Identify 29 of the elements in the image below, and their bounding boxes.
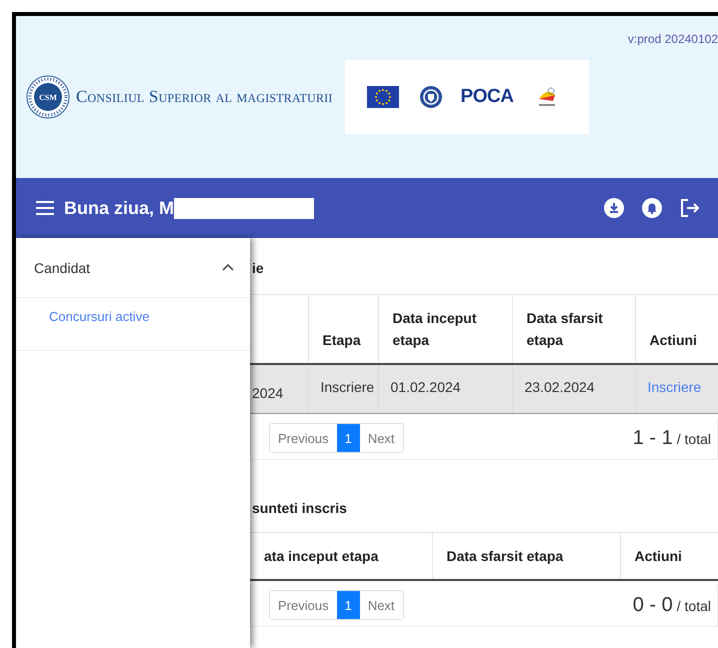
emblem-icon [418,85,443,109]
brand-name: Consiliul Superior al magistraturii [76,87,333,107]
chevron-icon[interactable] [222,263,234,272]
table-cell: 23.02.2024 [512,364,635,414]
logout-icon[interactable] [680,198,700,218]
page-button[interactable]: 1 [336,424,360,452]
total-label: / total [676,598,711,614]
section-title: sunteti inscris [252,500,347,516]
seal-logo: CSM [26,75,70,119]
flag-icon [366,86,399,108]
column-header: Actiuni [620,532,718,580]
range-label: 0 - 0 [632,594,673,616]
menu-icon[interactable] [36,201,54,215]
page-button[interactable]: 1 [336,591,360,619]
download-icon[interactable] [604,198,624,218]
poca-logo: POCA [460,86,514,108]
column-header: ata inceput etapa [250,532,432,580]
total-label: / total [676,430,711,446]
greeting: Buna ziua, M [64,198,174,218]
bell-icon[interactable] [642,198,662,218]
version-label: v:prod 20240102 [628,32,718,46]
range-label: 1 - 1 [632,426,673,450]
section-title: ie [252,260,264,276]
sidebar-group[interactable]: Candidat [34,260,90,276]
table-cell: 01.02.2024 [378,364,512,414]
column-header: Data sfarsit etapa [432,532,620,580]
sidebar-item[interactable]: Concursuri active [16,308,150,326]
table-cell: Inscriere [308,364,378,414]
table-cell: 2024 [250,364,308,414]
